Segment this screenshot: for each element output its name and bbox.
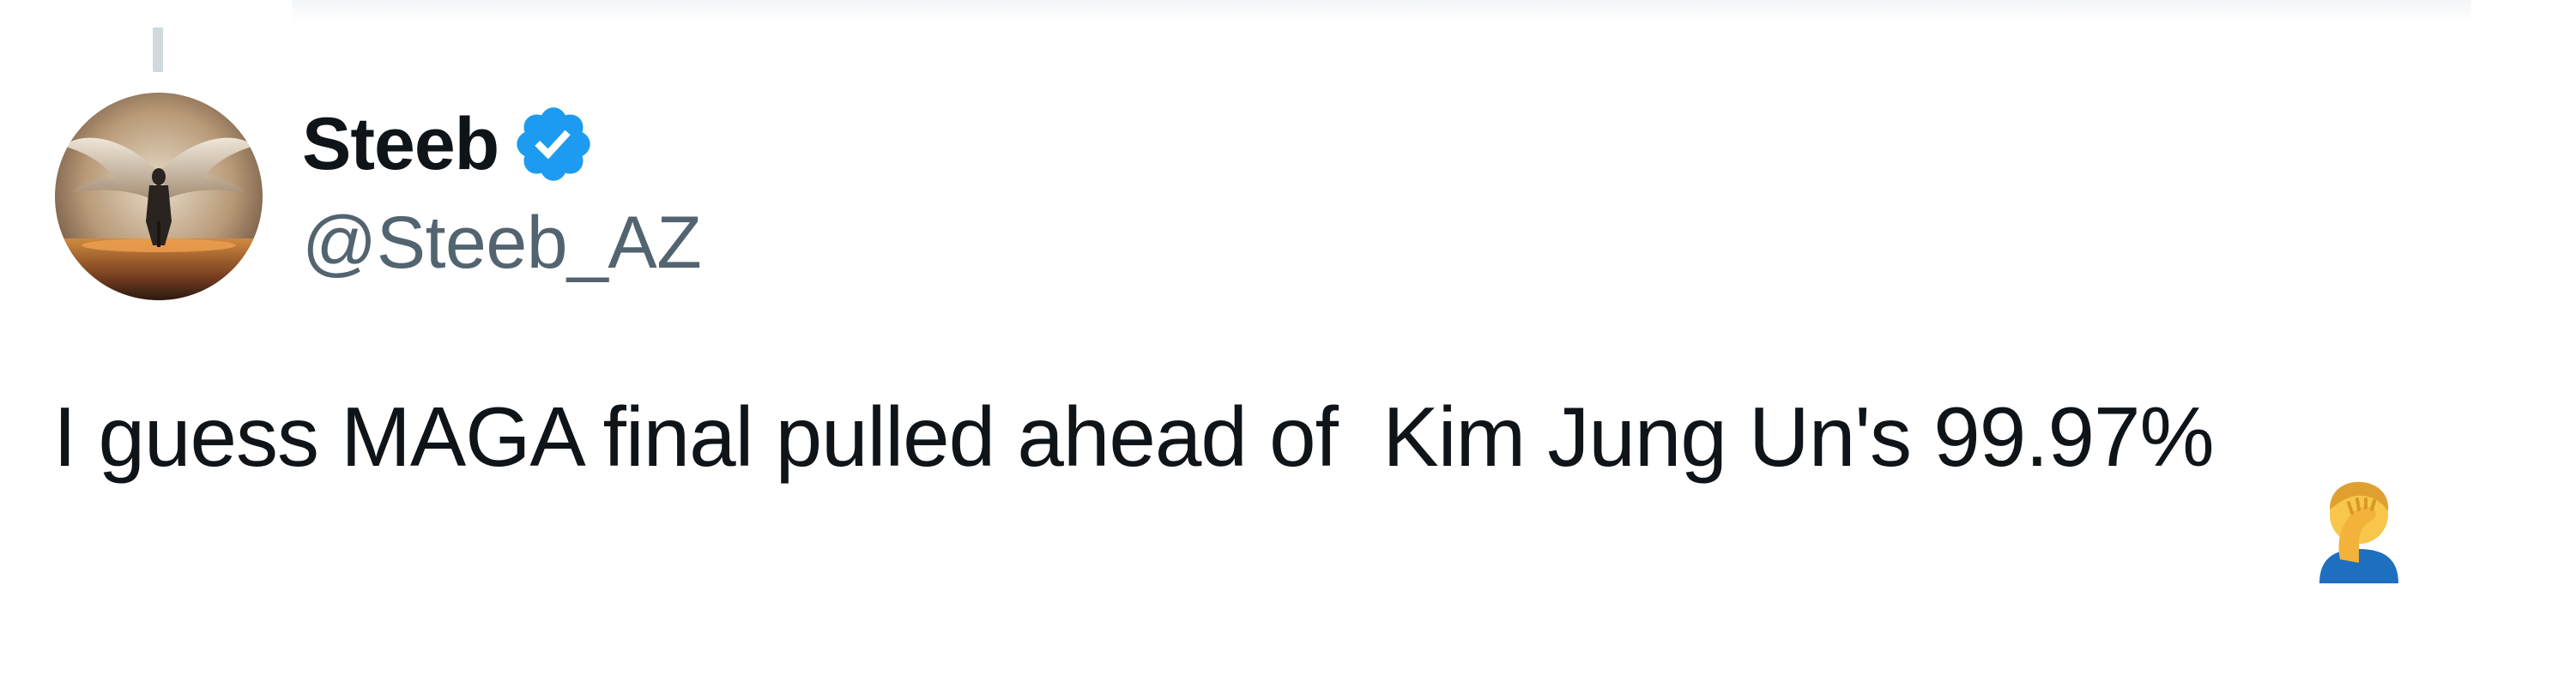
author-handle[interactable]: @Steeb_AZ (302, 206, 702, 280)
facepalm-emoji-icon (2224, 384, 2398, 583)
verified-badge-icon[interactable] (511, 101, 596, 187)
tweet-body: I guess MAGA final pulled ahead of Kim J… (53, 384, 2398, 583)
tweet-text: I guess MAGA final pulled ahead of Kim J… (53, 389, 2215, 485)
author-display-name[interactable]: Steeb (302, 107, 499, 181)
avatar-winged-figure-image (55, 93, 263, 300)
thread-connector-line (153, 27, 163, 72)
author-name-row: Steeb (302, 93, 596, 196)
avatar[interactable] (55, 93, 263, 300)
top-divider-shadow (292, 0, 2471, 22)
